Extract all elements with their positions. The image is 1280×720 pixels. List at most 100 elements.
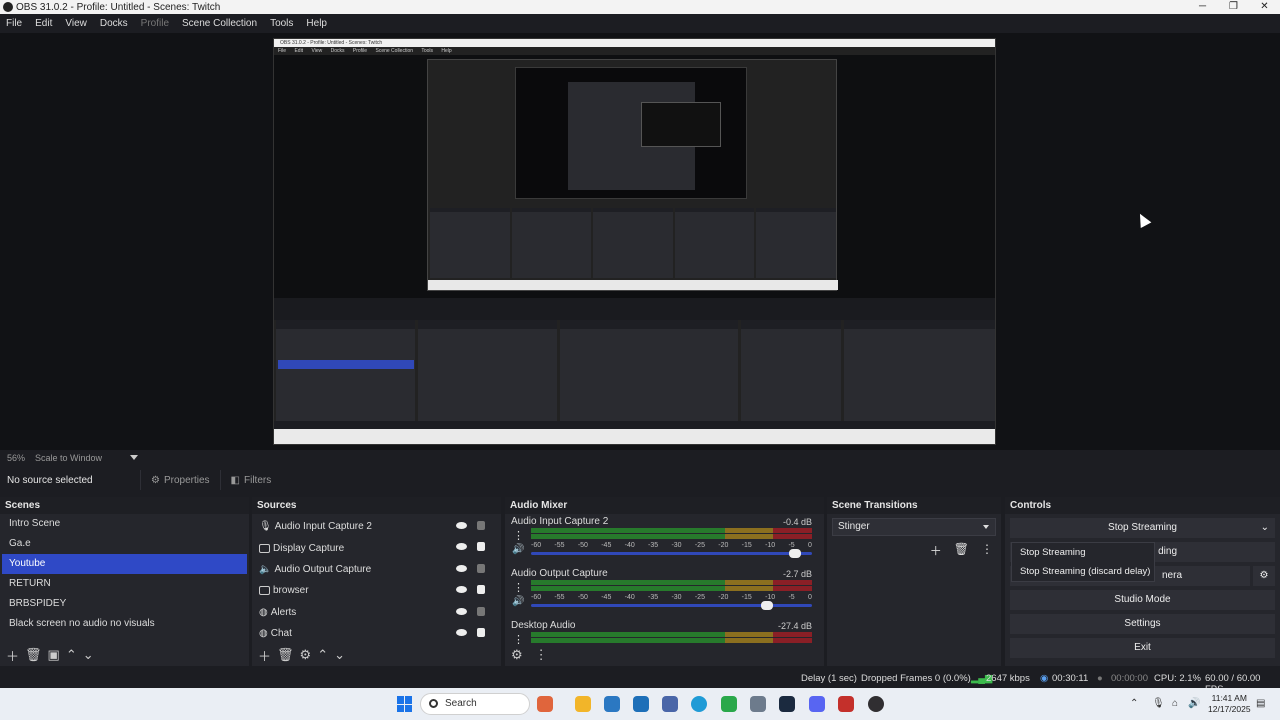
monitor-icon: [259, 543, 270, 553]
advanced-audio-icon[interactable]: ⚙: [511, 647, 523, 663]
properties-button[interactable]: ⚙ Properties: [140, 470, 220, 490]
visibility-eye-icon[interactable]: [456, 607, 467, 615]
volume-knob[interactable]: [760, 601, 773, 610]
volume-slider[interactable]: [531, 549, 812, 558]
file-explorer-icon[interactable]: [575, 696, 591, 712]
speaker-icon[interactable]: 🔊: [512, 544, 524, 555]
menu-edit[interactable]: Edit: [35, 18, 52, 29]
exit-button[interactable]: Exit: [1010, 638, 1275, 658]
move-up-icon[interactable]: ⌃: [66, 647, 77, 663]
tray-chevron-icon[interactable]: ⌃: [1130, 698, 1138, 709]
network-icon[interactable]: ⌂: [1172, 698, 1178, 709]
lock-icon[interactable]: [477, 585, 485, 595]
menu-file[interactable]: File: [6, 18, 22, 29]
obs-taskbar-icon[interactable]: [868, 696, 884, 712]
widgets-icon[interactable]: [537, 696, 553, 712]
taskbar-clock[interactable]: 11:41 AM 12/17/2025: [1208, 693, 1251, 715]
virtual-camera-settings-button[interactable]: ⚙: [1253, 566, 1275, 586]
preview-canvas[interactable]: OBS 31.0.2 - Profile: Untitled - Scenes:…: [0, 33, 1280, 450]
lock-icon[interactable]: [477, 627, 485, 637]
chevron-down-icon[interactable]: ⌄: [1261, 518, 1269, 538]
source-item[interactable]: 🎙 Audio Input Capture 2: [252, 516, 501, 537]
unlock-icon[interactable]: [477, 563, 485, 573]
speaker-icon[interactable]: 🔊: [512, 596, 524, 607]
studio-mode-button[interactable]: Studio Mode: [1010, 590, 1275, 610]
scene-item[interactable]: Ga.e: [2, 534, 247, 554]
menu-item-stop-streaming[interactable]: Stop Streaming: [1012, 543, 1154, 562]
remove-source-icon[interactable]: 🗑: [277, 647, 294, 663]
filters-button[interactable]: ◧ Filters: [219, 470, 282, 490]
move-down-icon[interactable]: ⌄: [83, 647, 94, 663]
move-down-icon[interactable]: ⌄: [334, 647, 345, 663]
microphone-tray-icon[interactable]: 🎙: [1152, 698, 1165, 709]
scale-dropdown-icon[interactable]: [130, 455, 139, 460]
add-scene-icon[interactable]: ＋: [6, 646, 19, 665]
unlock-icon[interactable]: [477, 521, 485, 530]
visibility-eye-icon[interactable]: [456, 543, 467, 551]
visibility-eye-icon[interactable]: [456, 564, 467, 572]
recording-label: ding: [1158, 546, 1177, 557]
lock-icon[interactable]: [477, 542, 485, 552]
outlook-icon[interactable]: [633, 696, 649, 712]
discord-icon[interactable]: [809, 696, 825, 712]
more-options-icon[interactable]: ⋮: [513, 581, 524, 594]
source-item[interactable]: ◍ Alerts: [252, 602, 501, 623]
visibility-eye-icon[interactable]: [456, 628, 467, 636]
volume-knob[interactable]: [788, 549, 801, 558]
transition-select[interactable]: Stinger: [832, 518, 996, 536]
scene-item[interactable]: BRBSPIDEY: [2, 594, 247, 614]
scenes-dock: Scenes Intro Scene Ga.e Youtube RETURN B…: [0, 497, 249, 666]
source-item[interactable]: ◍ Chat: [252, 623, 501, 644]
stop-streaming-button[interactable]: Stop Streaming ⌄: [1010, 518, 1275, 538]
unlock-icon[interactable]: [477, 606, 485, 616]
taskbar-search[interactable]: Search: [420, 693, 530, 715]
volume-icon[interactable]: 🔊: [1188, 698, 1200, 709]
close-button[interactable]: ✕: [1249, 0, 1280, 14]
add-transition-icon[interactable]: ＋: [930, 542, 942, 559]
windows-start-icon[interactable]: [397, 696, 413, 712]
sources-list: 🎙 Audio Input Capture 2 Display Capture …: [252, 514, 501, 644]
scene-item[interactable]: Black screen no audio no visuals: [2, 614, 247, 634]
minimize-button[interactable]: ─: [1187, 0, 1218, 14]
settings-gear-icon[interactable]: [750, 696, 766, 712]
scene-filters-icon[interactable]: ▣: [48, 647, 60, 663]
notifications-icon[interactable]: ▤: [1256, 698, 1265, 709]
source-item[interactable]: 🔈 Audio Output Capture: [252, 559, 501, 580]
add-source-icon[interactable]: ＋: [258, 646, 271, 665]
xbox-icon[interactable]: [721, 696, 737, 712]
transition-menu-icon[interactable]: ⋮: [981, 542, 993, 559]
source-item[interactable]: browser: [252, 580, 501, 601]
edge-icon[interactable]: [691, 696, 707, 712]
scene-item[interactable]: Intro Scene: [2, 514, 247, 534]
move-up-icon[interactable]: ⌃: [317, 647, 328, 663]
menu-tools[interactable]: Tools: [270, 18, 293, 29]
scene-item[interactable]: RETURN: [2, 574, 247, 594]
mixer-menu-icon[interactable]: ⋮: [535, 647, 548, 663]
more-options-icon[interactable]: ⋮: [513, 529, 524, 542]
remove-scene-icon[interactable]: 🗑: [25, 647, 42, 663]
scale-mode[interactable]: Scale to Window: [35, 453, 102, 463]
menu-item-stop-streaming-discard[interactable]: Stop Streaming (discard delay): [1012, 562, 1154, 581]
menu-help[interactable]: Help: [306, 18, 327, 29]
visibility-eye-icon[interactable]: [456, 586, 467, 594]
remove-transition-icon[interactable]: 🗑: [954, 542, 969, 559]
volume-slider[interactable]: [531, 601, 812, 610]
app-icon[interactable]: [662, 696, 678, 712]
menu-docks[interactable]: Docks: [100, 18, 128, 29]
tick: -50: [577, 594, 588, 601]
menu-scene-collection[interactable]: Scene Collection: [182, 18, 257, 29]
source-item[interactable]: Display Capture: [252, 537, 501, 558]
steam-icon[interactable]: [779, 696, 795, 712]
media-app-icon[interactable]: [838, 696, 854, 712]
scene-item-selected[interactable]: Youtube: [2, 554, 247, 574]
globe-icon: ◍: [259, 628, 268, 640]
settings-button[interactable]: Settings: [1010, 614, 1275, 634]
cpu-usage: CPU: 2.1%: [1154, 673, 1201, 684]
visibility-eye-icon[interactable]: [456, 522, 467, 529]
store-icon[interactable]: [604, 696, 620, 712]
menu-view[interactable]: View: [65, 18, 87, 29]
menu-profile[interactable]: Profile: [141, 18, 169, 29]
maximize-button[interactable]: ❐: [1218, 0, 1249, 14]
captured-display: OBS 31.0.2 - Profile: Untitled - Scenes:…: [273, 38, 996, 445]
source-settings-icon[interactable]: ⚙: [300, 647, 312, 663]
